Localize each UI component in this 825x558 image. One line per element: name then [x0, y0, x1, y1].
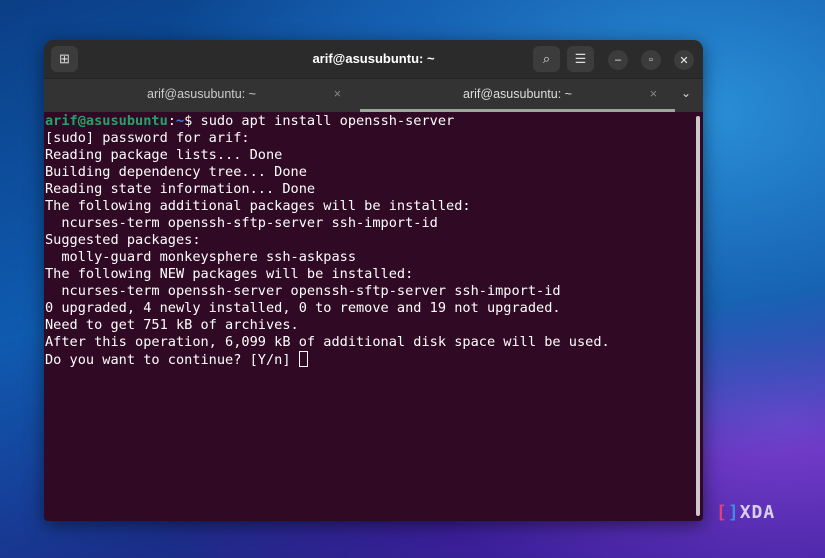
minimize-button[interactable]: –: [608, 50, 628, 70]
tab-label: arif@asusubuntu: ~: [463, 87, 572, 101]
window-title: arif@asusubuntu: ~: [312, 51, 435, 66]
tab-1[interactable]: arif@asusubuntu: ~ ×: [44, 79, 359, 112]
tab-bar: arif@asusubuntu: ~ × arif@asusubuntu: ~ × …: [44, 78, 703, 112]
confirm-prompt-line: Do you want to continue? [Y/n]: [45, 351, 703, 369]
output-line: molly-guard monkeysphere ssh-askpass: [45, 249, 356, 265]
scrollbar[interactable]: [696, 116, 700, 516]
tab-2[interactable]: arif@asusubuntu: ~ ×: [360, 79, 675, 112]
search-button[interactable]: ⌕: [533, 46, 560, 72]
output-line: After this operation, 6,099 kB of additi…: [45, 334, 610, 350]
cursor: [298, 351, 308, 367]
terminal-output[interactable]: arif@asusubuntu:~$ sudo apt install open…: [44, 112, 703, 521]
output-line: The following NEW packages will be insta…: [45, 266, 414, 282]
close-icon: ✕: [679, 54, 689, 67]
output-line: The following additional packages will b…: [45, 198, 471, 214]
output-line: Reading package lists... Done: [45, 147, 283, 163]
prompt-sep: :: [167, 113, 176, 129]
output-line: ncurses-term openssh-server openssh-sftp…: [45, 283, 561, 299]
xda-watermark-logo: []XDA: [716, 502, 776, 523]
output-line: Suggested packages:: [45, 232, 201, 248]
maximize-icon: ▫: [649, 54, 653, 66]
output-line: ncurses-term openssh-sftp-server ssh-imp…: [45, 215, 438, 231]
terminal-window: ⊞ arif@asusubuntu: ~ ⌕ ☰ – ▫ ✕ arif@asus…: [44, 40, 703, 521]
output-line: [sudo] password for arif:: [45, 130, 250, 146]
output-line: Need to get 751 kB of archives.: [45, 317, 299, 333]
header-bar: ⊞ arif@asusubuntu: ~ ⌕ ☰ – ▫ ✕: [44, 40, 703, 78]
confirm-prompt: Do you want to continue? [Y/n]: [45, 352, 299, 368]
maximize-button[interactable]: ▫: [641, 50, 661, 70]
minimize-icon: –: [614, 54, 622, 66]
tab-label: arif@asusubuntu: ~: [147, 87, 256, 101]
prompt-symbol: $: [184, 113, 201, 129]
menu-button[interactable]: ☰: [567, 46, 594, 72]
tab-close-icon[interactable]: ×: [334, 79, 341, 109]
prompt-path: ~: [175, 113, 185, 129]
command: sudo apt install openssh-server: [200, 113, 455, 129]
output-line: Building dependency tree... Done: [45, 164, 307, 180]
command-line: arif@asusubuntu:~$ sudo apt install open…: [45, 113, 703, 130]
watermark-text: XDA: [739, 502, 776, 523]
close-button[interactable]: ✕: [674, 50, 694, 70]
output-line: 0 upgraded, 4 newly installed, 0 to remo…: [45, 300, 561, 316]
search-icon: ⌕: [542, 51, 551, 66]
prompt-user: arif@asusubuntu: [45, 113, 168, 129]
tab-close-icon[interactable]: ×: [650, 79, 657, 109]
tabs-dropdown-chevron-down-icon[interactable]: ⌄: [681, 86, 691, 100]
output-line: Reading state information... Done: [45, 181, 316, 197]
hamburger-menu-icon: ☰: [574, 51, 587, 66]
